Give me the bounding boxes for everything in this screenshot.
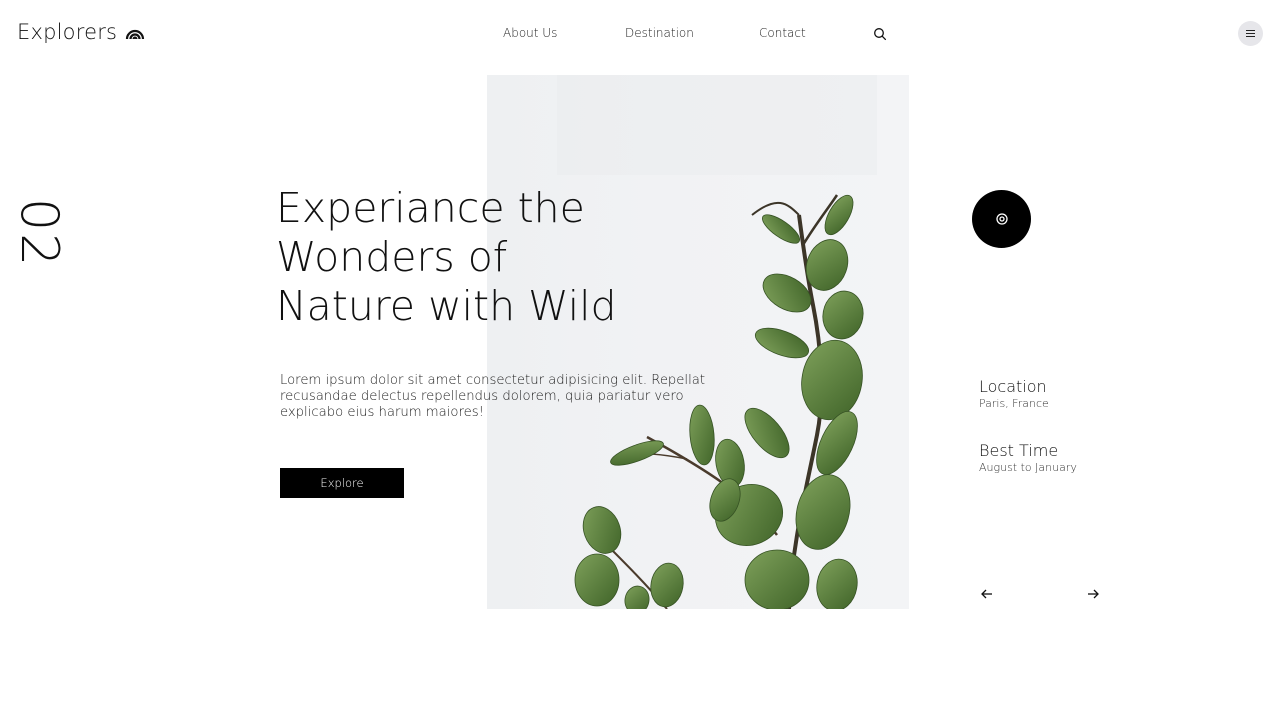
hero-description: Lorem ipsum dolor sit amet consectetur a…: [280, 373, 705, 420]
explore-button[interactable]: Explore: [280, 468, 404, 498]
eucalyptus-illustration: [557, 75, 877, 609]
hero-image: [487, 75, 909, 609]
slide-number: 02: [9, 195, 69, 268]
search-icon[interactable]: [873, 26, 887, 41]
eye-icon: [995, 210, 1009, 229]
menu-button[interactable]: [1238, 21, 1263, 46]
nav-link-destination[interactable]: Destination: [625, 26, 694, 40]
view-button[interactable]: [972, 190, 1031, 248]
brand-name: Explorers: [17, 20, 118, 44]
slide-number-text: 02: [9, 198, 69, 269]
hero-headline: Experiance the Wonders of Nature with Wi…: [276, 184, 696, 331]
arrow-right-icon[interactable]: [1086, 586, 1100, 600]
rainbow-arc-icon: [125, 24, 145, 40]
hero-headline-line-2: Wonders of: [276, 233, 508, 281]
nav-link-contact[interactable]: Contact: [759, 26, 806, 40]
nav-link-about-us[interactable]: About Us: [503, 26, 557, 40]
location-value: Paris, France: [979, 397, 1049, 410]
best-time-label: Best Time: [979, 441, 1059, 460]
brand[interactable]: Explorers: [17, 20, 145, 44]
site-header: Explorers About Us Destination Contact: [0, 0, 1280, 68]
hamburger-menu-icon: [1246, 29, 1255, 38]
hero-headline-line-3: Nature with Wild: [276, 282, 617, 330]
best-time-value: August to January: [979, 461, 1077, 474]
location-info: Location Paris, France: [979, 377, 1049, 410]
hero-headline-line-1: Experiance the: [276, 184, 585, 232]
arrow-left-icon[interactable]: [980, 586, 994, 600]
location-label: Location: [979, 377, 1047, 396]
best-time-info: Best Time August to January: [979, 441, 1077, 474]
